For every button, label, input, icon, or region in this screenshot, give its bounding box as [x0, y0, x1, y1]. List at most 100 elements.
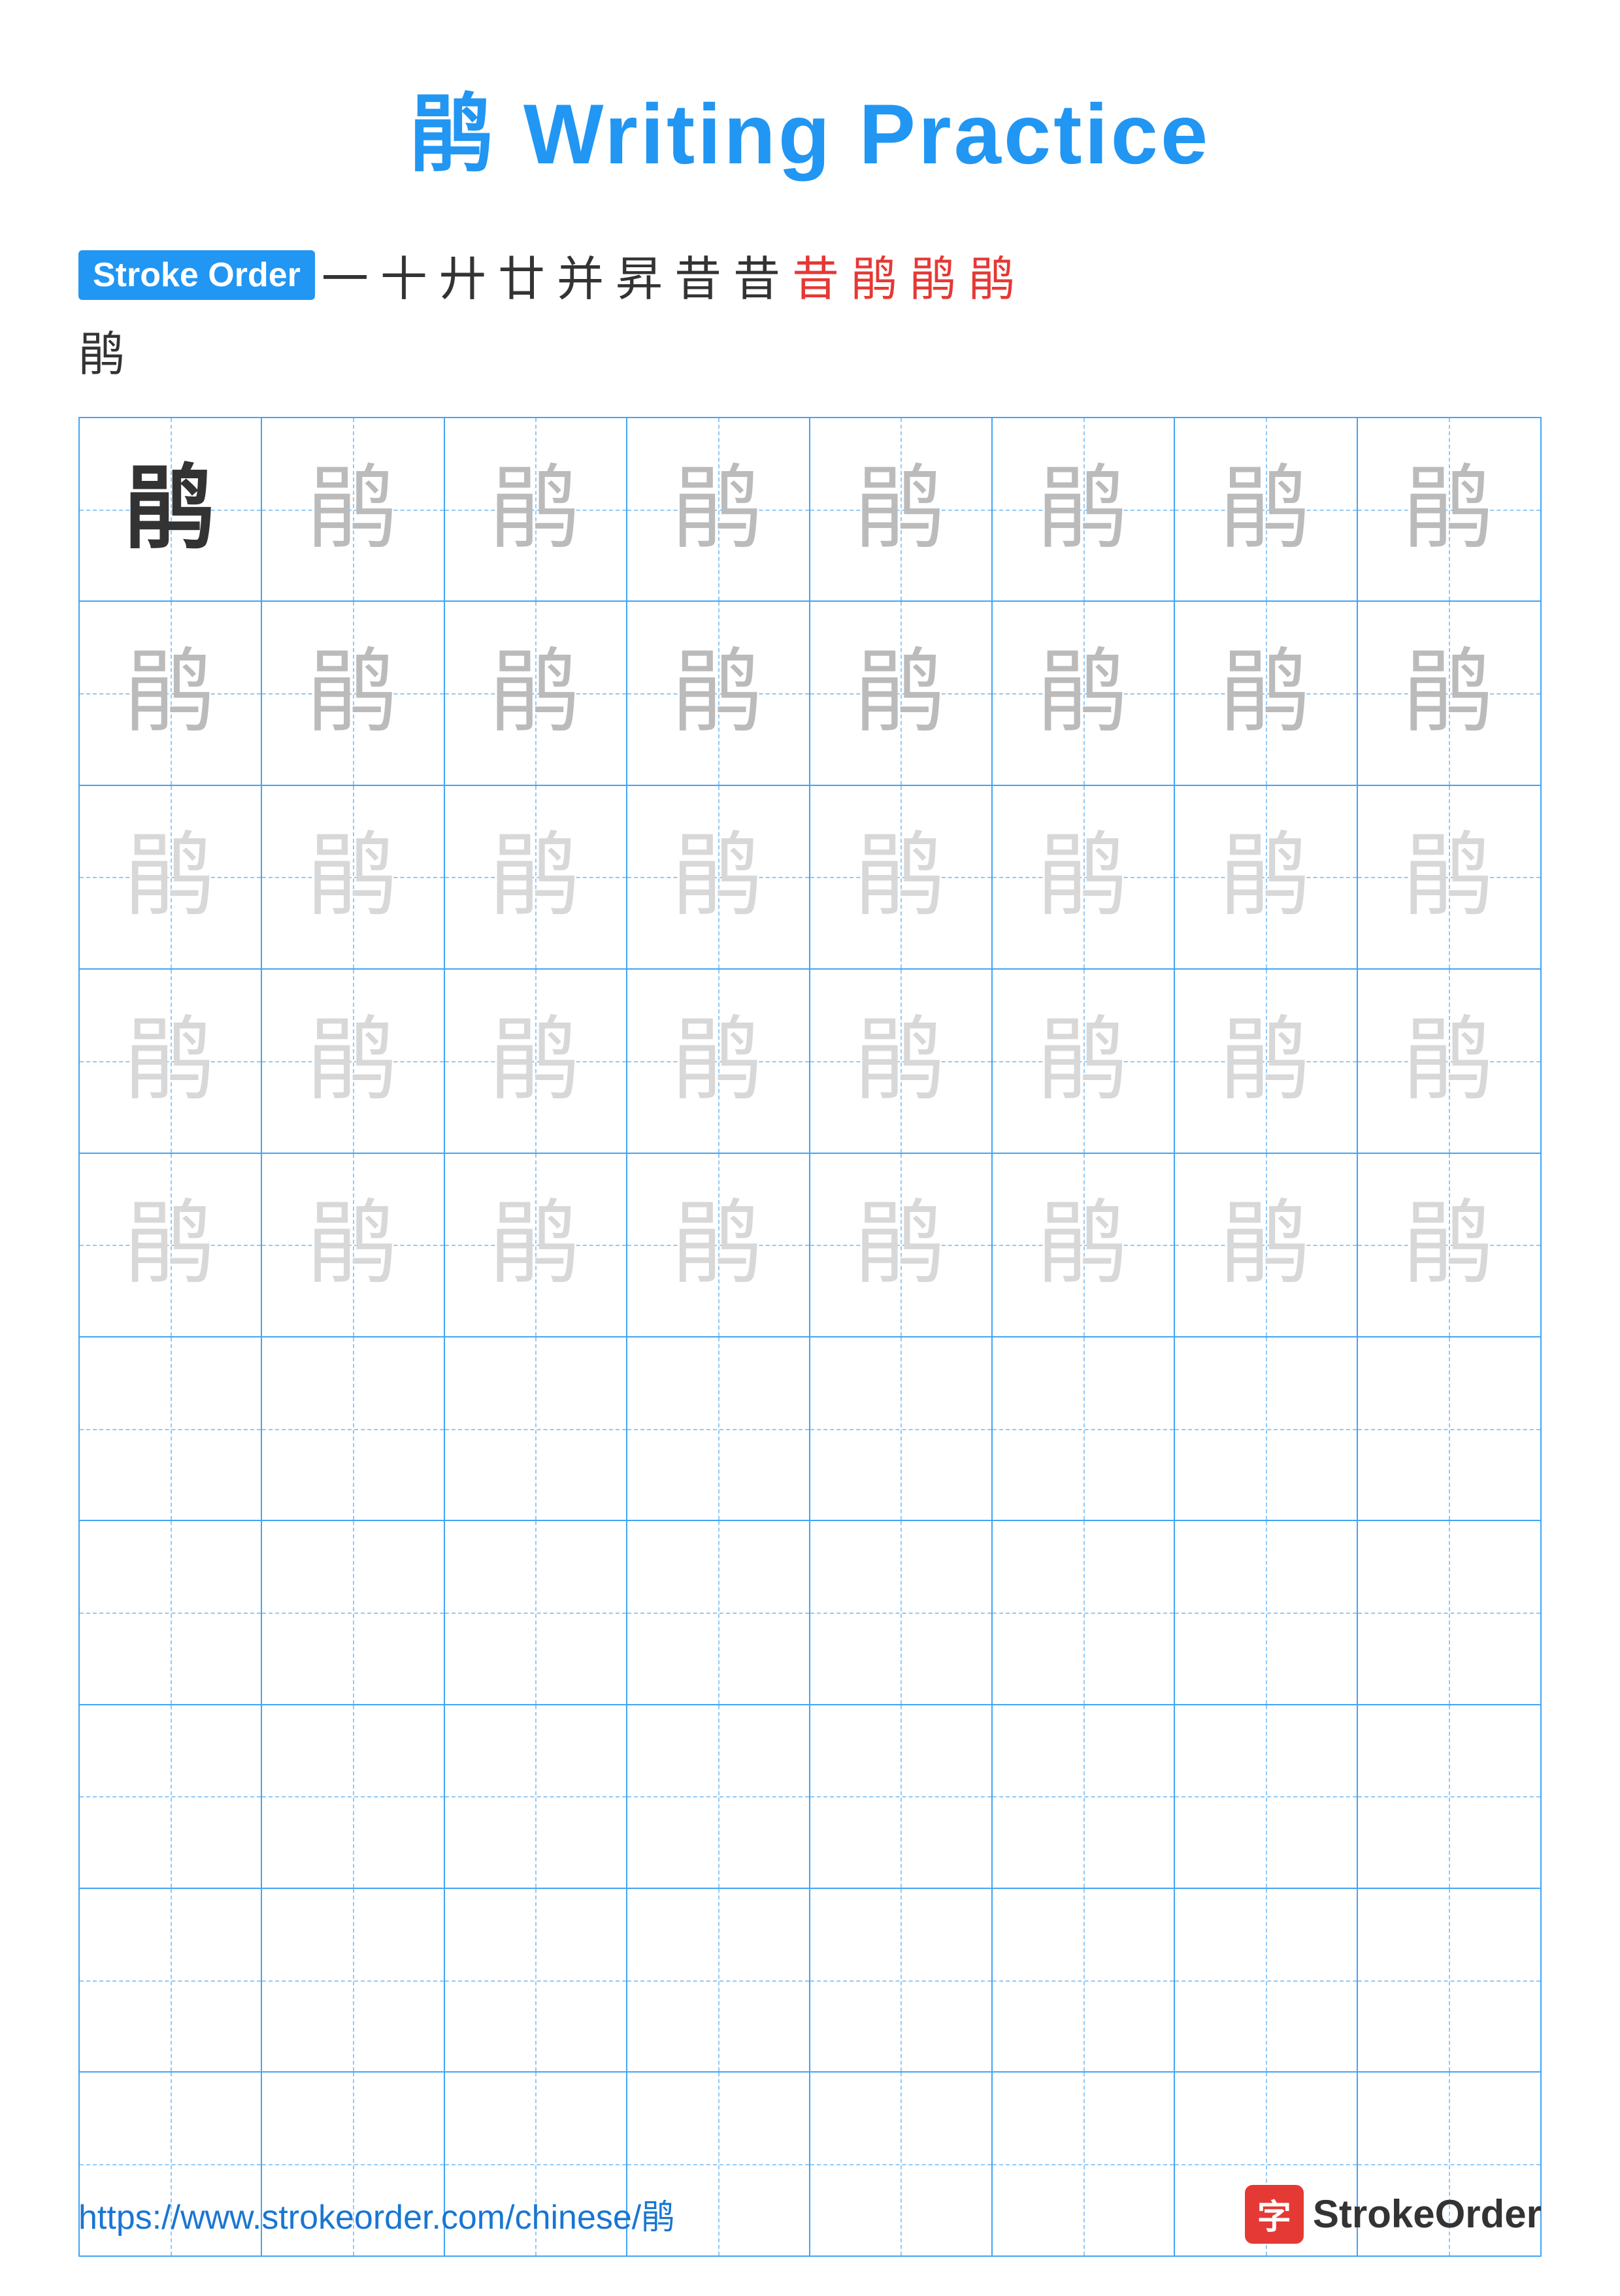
- practice-char-light: 鹃: [125, 1015, 216, 1107]
- grid-cell-4-2: 鹃: [262, 970, 444, 1152]
- practice-char-light: 鹃: [672, 831, 764, 923]
- footer-logo-text: StrokeOrder: [1313, 2191, 1542, 2237]
- practice-char-medium: 鹃: [1038, 648, 1129, 739]
- practice-char-medium: 鹃: [1038, 464, 1129, 555]
- grid-cell-1-7: 鹃: [1175, 418, 1357, 600]
- stroke-9: 昔: [792, 240, 839, 309]
- practice-char-light: 鹃: [1220, 1199, 1312, 1290]
- grid-cell-2-2: 鹃: [262, 602, 444, 784]
- practice-char-light: 鹃: [307, 1015, 399, 1107]
- grid-cell-6-2: [262, 1337, 444, 1520]
- grid-cell-4-7: 鹃: [1175, 970, 1357, 1152]
- stroke-6: 昇: [616, 240, 663, 309]
- practice-char-medium: 鹃: [672, 648, 764, 739]
- grid-cell-7-8: [1358, 1521, 1540, 1703]
- practice-char-medium: 鹃: [307, 464, 399, 555]
- grid-cell-9-8: [1358, 1889, 1540, 2071]
- practice-char-light: 鹃: [1403, 1199, 1495, 1290]
- stroke-4: 廿: [498, 240, 545, 309]
- grid-cell-2-3: 鹃: [445, 602, 627, 784]
- grid-cell-7-4: [627, 1521, 810, 1703]
- grid-cell-9-3: [445, 1889, 627, 2071]
- grid-cell-4-4: 鹃: [627, 970, 810, 1152]
- footer: https://www.strokeorder.com/chinese/鹃 字 …: [78, 2185, 1542, 2244]
- grid-cell-6-7: [1175, 1337, 1357, 1520]
- stroke-order-chars: 一 十 廾 廿 并 昇 昔 昔 昔 鹃 鹃 鹃: [322, 240, 1016, 309]
- practice-char-light: 鹃: [489, 1199, 581, 1290]
- practice-char-light: 鹃: [125, 831, 216, 923]
- grid-row-8: [80, 1705, 1540, 1889]
- grid-cell-6-6: [993, 1337, 1175, 1520]
- grid-cell-7-2: [262, 1521, 444, 1703]
- grid-cell-1-8: 鹃: [1358, 418, 1540, 600]
- grid-row-1: 鹃 鹃 鹃 鹃 鹃 鹃 鹃 鹃: [80, 418, 1540, 602]
- footer-logo-icon: 字: [1245, 2185, 1304, 2244]
- practice-char-medium: 鹃: [1403, 464, 1495, 555]
- grid-cell-3-7: 鹃: [1175, 786, 1357, 968]
- stroke-final-char-row: 鹃: [78, 316, 1542, 384]
- practice-char-medium: 鹃: [1403, 648, 1495, 739]
- practice-char-light: 鹃: [307, 1199, 399, 1290]
- grid-cell-5-4: 鹃: [627, 1154, 810, 1336]
- practice-char-light: 鹃: [1038, 1199, 1129, 1290]
- grid-cell-6-5: [810, 1337, 993, 1520]
- grid-cell-8-1: [80, 1705, 262, 1888]
- stroke-1: 一: [322, 240, 369, 309]
- practice-char-medium: 鹃: [489, 648, 581, 739]
- stroke-2: 十: [380, 240, 427, 309]
- grid-cell-8-3: [445, 1705, 627, 1888]
- stroke-11: 鹃: [910, 240, 957, 309]
- practice-char-light: 鹃: [307, 831, 399, 923]
- grid-cell-1-4: 鹃: [627, 418, 810, 600]
- grid-cell-4-6: 鹃: [993, 970, 1175, 1152]
- practice-char-light: 鹃: [1403, 1015, 1495, 1107]
- footer-logo: 字 StrokeOrder: [1245, 2185, 1542, 2244]
- grid-cell-5-8: 鹃: [1358, 1154, 1540, 1336]
- grid-cell-7-7: [1175, 1521, 1357, 1703]
- grid-cell-1-6: 鹃: [993, 418, 1175, 600]
- grid-row-9: [80, 1889, 1540, 2073]
- practice-char-light: 鹃: [1220, 1015, 1312, 1107]
- stroke-7: 昔: [674, 240, 721, 309]
- stroke-order-label: Stroke Order: [78, 250, 315, 300]
- practice-char-light: 鹃: [855, 1015, 946, 1107]
- grid-cell-2-5: 鹃: [810, 602, 993, 784]
- grid-cell-5-2: 鹃: [262, 1154, 444, 1336]
- practice-char-dark: 鹃: [125, 464, 216, 555]
- grid-cell-2-7: 鹃: [1175, 602, 1357, 784]
- grid-cell-7-5: [810, 1521, 993, 1703]
- grid-cell-1-3: 鹃: [445, 418, 627, 600]
- footer-url[interactable]: https://www.strokeorder.com/chinese/鹃: [78, 2189, 675, 2239]
- grid-cell-3-2: 鹃: [262, 786, 444, 968]
- grid-cell-3-6: 鹃: [993, 786, 1175, 968]
- stroke-5: 并: [557, 240, 604, 309]
- stroke-order-row: Stroke Order 一 十 廾 廿 并 昇 昔 昔 昔 鹃 鹃 鹃: [78, 240, 1542, 309]
- grid-cell-9-1: [80, 1889, 262, 2071]
- grid-cell-9-5: [810, 1889, 993, 2071]
- grid-cell-5-5: 鹃: [810, 1154, 993, 1336]
- grid-cell-2-1: 鹃: [80, 602, 262, 784]
- grid-cell-8-6: [993, 1705, 1175, 1888]
- stroke-12: 鹃: [968, 240, 1016, 309]
- page-title: 鹃 Writing Practice: [410, 65, 1210, 188]
- practice-char-light: 鹃: [672, 1199, 764, 1290]
- grid-cell-3-8: 鹃: [1358, 786, 1540, 968]
- page: 鹃 Writing Practice Stroke Order 一 十 廾 廿 …: [0, 0, 1620, 2296]
- grid-cell-6-4: [627, 1337, 810, 1520]
- stroke-order-section: Stroke Order 一 十 廾 廿 并 昇 昔 昔 昔 鹃 鹃 鹃 鹃: [78, 240, 1542, 384]
- grid-cell-1-5: 鹃: [810, 418, 993, 600]
- grid-cell-2-6: 鹃: [993, 602, 1175, 784]
- practice-char-medium: 鹃: [1220, 648, 1312, 739]
- grid-cell-4-3: 鹃: [445, 970, 627, 1152]
- grid-cell-4-1: 鹃: [80, 970, 262, 1152]
- grid-cell-2-4: 鹃: [627, 602, 810, 784]
- grid-cell-9-6: [993, 1889, 1175, 2071]
- stroke-8: 昔: [733, 240, 780, 309]
- grid-row-6: [80, 1337, 1540, 1521]
- grid-cell-5-3: 鹃: [445, 1154, 627, 1336]
- grid-cell-9-2: [262, 1889, 444, 2071]
- grid-cell-3-4: 鹃: [627, 786, 810, 968]
- practice-char-light: 鹃: [489, 831, 581, 923]
- practice-char-medium: 鹃: [672, 464, 764, 555]
- practice-char-light: 鹃: [855, 1199, 946, 1290]
